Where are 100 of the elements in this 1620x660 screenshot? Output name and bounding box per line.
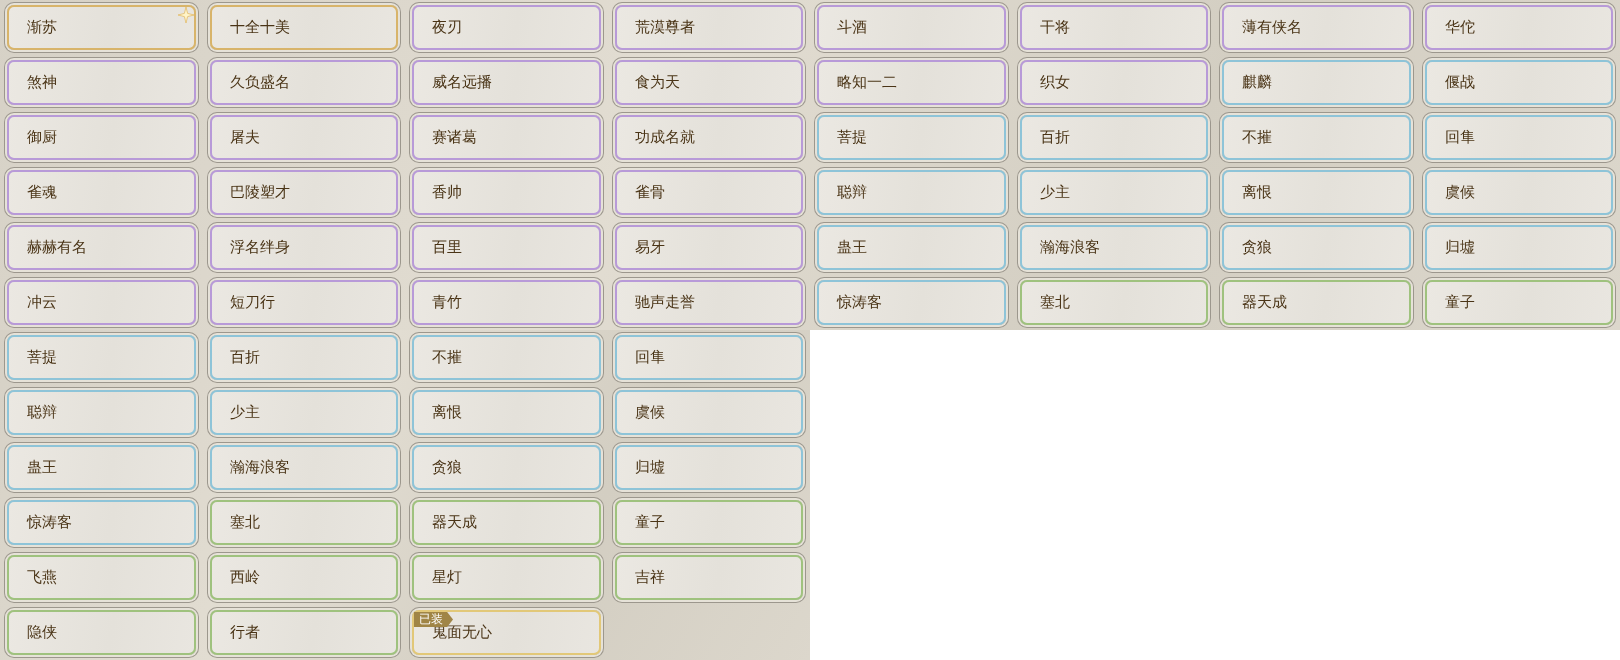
title-card[interactable]: 蛊王: [817, 225, 1006, 270]
title-label: 虞候: [1443, 183, 1475, 202]
title-label: 御厨: [26, 128, 57, 147]
title-card[interactable]: 御厨: [7, 115, 196, 160]
title-label: 百折: [228, 348, 260, 367]
title-label: 蛊王: [836, 238, 867, 257]
title-label: 飞燕: [26, 568, 57, 587]
title-card[interactable]: 蛊王: [7, 445, 196, 490]
title-label: 塞北: [228, 513, 260, 532]
title-card[interactable]: 雀骨: [614, 170, 803, 215]
title-card[interactable]: 巴陵塑才: [209, 170, 398, 215]
title-card[interactable]: 飞燕: [7, 555, 196, 600]
title-label: 华佗: [1443, 18, 1475, 37]
title-card[interactable]: 功成名就: [614, 115, 803, 160]
title-card[interactable]: 瀚海浪客: [1019, 225, 1208, 270]
title-label: 巴陵塑才: [228, 183, 290, 202]
title-card[interactable]: 瀚海浪客: [209, 445, 398, 490]
title-card[interactable]: 华佗: [1424, 5, 1613, 50]
title-label: 偃战: [1443, 73, 1475, 92]
title-card[interactable]: 斗酒: [817, 5, 1006, 50]
title-card[interactable]: 少主: [1019, 170, 1208, 215]
title-card[interactable]: 雀魂: [7, 170, 196, 215]
title-label: 略知一二: [836, 73, 897, 92]
title-card[interactable]: 童子: [614, 500, 803, 545]
title-card[interactable]: 塞北: [209, 500, 398, 545]
title-label: 驰声走誉: [633, 293, 695, 312]
title-card[interactable]: 威名远播: [412, 60, 601, 105]
title-card[interactable]: 赫赫有名: [7, 225, 196, 270]
title-card[interactable]: 百折: [1019, 115, 1208, 160]
title-label: 离恨: [431, 403, 462, 422]
title-card[interactable]: 屠夫: [209, 115, 398, 160]
title-card[interactable]: 归墟: [1424, 225, 1613, 270]
title-card[interactable]: 菩提: [7, 335, 196, 380]
title-card[interactable]: 器天成: [412, 500, 601, 545]
title-card[interactable]: 赛诸葛: [412, 115, 601, 160]
title-card[interactable]: 煞神: [7, 60, 196, 105]
title-card[interactable]: 短刀行: [209, 280, 398, 325]
title-card[interactable]: 惊涛客: [817, 280, 1006, 325]
title-label: 器天成: [1241, 293, 1287, 312]
title-card[interactable]: 夜刃: [412, 5, 601, 50]
title-label: 屠夫: [228, 128, 260, 147]
title-card[interactable]: 贪狼: [412, 445, 601, 490]
title-label: 惊涛客: [835, 293, 882, 312]
title-card[interactable]: 离恨: [1222, 170, 1411, 215]
title-card[interactable]: 香帅: [412, 170, 601, 215]
title-label: 菩提: [26, 348, 57, 367]
title-card[interactable]: 不摧: [412, 335, 601, 380]
title-card[interactable]: 不摧: [1222, 115, 1411, 160]
title-label: 雀魂: [26, 183, 57, 202]
title-card[interactable]: 十全十美: [209, 5, 398, 50]
title-card[interactable]: 荒漠尊者: [614, 5, 803, 50]
title-card[interactable]: 麒麟: [1222, 60, 1411, 105]
title-label: 薄有侠名: [1241, 18, 1302, 37]
title-card[interactable]: 行者: [209, 610, 398, 655]
title-card[interactable]: 驰声走誉: [614, 280, 803, 325]
title-card[interactable]: 回隼: [1424, 115, 1613, 160]
title-card[interactable]: 食为天: [614, 60, 803, 105]
title-card[interactable]: 虞候: [1424, 170, 1613, 215]
title-label: 食为天: [633, 73, 680, 92]
title-card[interactable]: 聪辩: [7, 390, 196, 435]
title-card[interactable]: 离恨: [412, 390, 601, 435]
title-card[interactable]: 渐苏: [7, 5, 196, 50]
title-card[interactable]: 百里: [412, 225, 601, 270]
title-label: 童子: [633, 513, 665, 532]
title-card[interactable]: 回隼: [614, 335, 803, 380]
title-card[interactable]: 菩提: [817, 115, 1006, 160]
title-card[interactable]: 吉祥: [614, 555, 803, 600]
title-label: 少主: [1038, 183, 1070, 202]
title-card[interactable]: 易牙: [614, 225, 803, 270]
title-card[interactable]: 隐侠: [7, 610, 196, 655]
title-card[interactable]: 冲云: [7, 280, 196, 325]
title-card[interactable]: 百折: [209, 335, 398, 380]
title-card[interactable]: 虞候: [614, 390, 803, 435]
title-label: 干将: [1038, 18, 1070, 37]
title-card[interactable]: 略知一二: [817, 60, 1006, 105]
title-card[interactable]: 归墟: [614, 445, 803, 490]
title-card[interactable]: 塞北: [1019, 280, 1208, 325]
title-label: 香帅: [431, 183, 462, 202]
title-card[interactable]: 西岭: [209, 555, 398, 600]
title-card[interactable]: 织女: [1019, 60, 1208, 105]
title-card[interactable]: 浮名绊身: [209, 225, 398, 270]
title-label: 蛊王: [26, 458, 57, 477]
title-card[interactable]: 童子: [1424, 280, 1613, 325]
title-card[interactable]: 器天成: [1222, 280, 1411, 325]
title-card[interactable]: 少主: [209, 390, 398, 435]
title-label: 童子: [1443, 293, 1475, 312]
title-label: 少主: [228, 403, 260, 422]
title-card[interactable]: 星灯: [412, 555, 601, 600]
title-label: 短刀行: [228, 293, 275, 312]
title-card[interactable]: 青竹: [412, 280, 601, 325]
title-card[interactable]: 干将: [1019, 5, 1208, 50]
title-card[interactable]: 久负盛名: [209, 60, 398, 105]
title-card[interactable]: 薄有侠名: [1222, 5, 1411, 50]
title-label: 贪狼: [1241, 238, 1272, 257]
title-card[interactable]: 偃战: [1424, 60, 1613, 105]
title-label: 虞候: [633, 403, 665, 422]
title-card[interactable]: 惊涛客: [7, 500, 196, 545]
title-label: 青竹: [431, 293, 462, 312]
title-card[interactable]: 贪狼: [1222, 225, 1411, 270]
title-card[interactable]: 聪辩: [817, 170, 1006, 215]
